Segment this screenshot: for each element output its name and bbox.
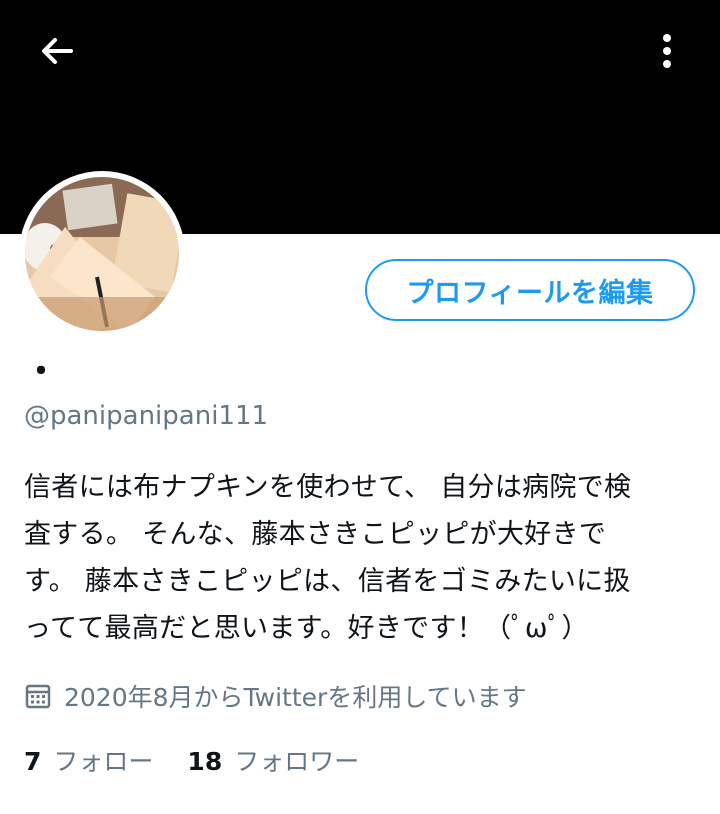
follow-stats: 7 フォロー 18 フォロワー bbox=[24, 740, 359, 780]
more-options-button[interactable] bbox=[640, 24, 694, 78]
edit-profile-button[interactable]: プロフィールを編集 bbox=[365, 259, 695, 321]
avatar[interactable] bbox=[25, 177, 179, 331]
followers-count: 18 bbox=[187, 747, 223, 776]
calendar-icon bbox=[24, 682, 52, 710]
arrow-left-icon bbox=[42, 38, 73, 64]
followers-link[interactable]: 18 フォロワー bbox=[187, 742, 359, 778]
profile-screen: プロフィールを編集 ・ @panipanipani111 信者には布ナプキンを使… bbox=[0, 0, 720, 814]
following-label: フォロー bbox=[53, 747, 154, 776]
following-count: 7 bbox=[24, 747, 42, 776]
avatar-image bbox=[25, 177, 179, 331]
profile-bio: 信者には布ナプキンを使わせて、 自分は病院で検 査する。 そんな、藤本さきこピッ… bbox=[24, 472, 632, 644]
joined-date-text: 2020年8月からTwitterを利用しています bbox=[64, 683, 527, 712]
display-name: ・ bbox=[24, 352, 58, 392]
joined-date: 2020年8月からTwitterを利用しています bbox=[24, 676, 527, 716]
following-link[interactable]: 7 フォロー bbox=[24, 742, 153, 778]
back-button[interactable] bbox=[30, 24, 84, 78]
more-vertical-icon bbox=[663, 34, 671, 68]
user-handle: @panipanipani111 bbox=[24, 401, 269, 431]
followers-label: フォロワー bbox=[234, 747, 360, 776]
